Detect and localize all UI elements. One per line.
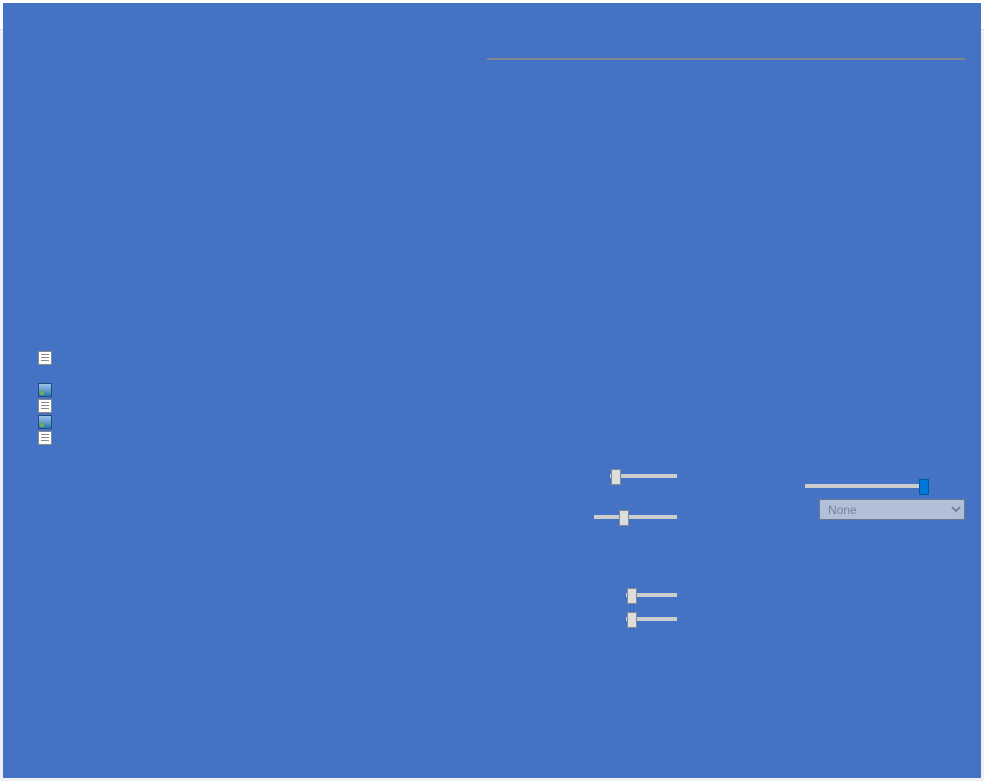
txt-icon bbox=[38, 399, 52, 413]
x-offset-slider bbox=[626, 593, 677, 597]
files-group: Files Back Up Browse... Desktop Location… bbox=[10, 36, 470, 602]
file-row[interactable]: fileserver bbox=[20, 334, 306, 350]
txt-icon bbox=[38, 351, 52, 365]
txt-icon bbox=[38, 431, 52, 445]
compression-select: None bbox=[819, 499, 965, 520]
img-icon bbox=[38, 415, 52, 429]
img-icon bbox=[38, 383, 52, 397]
quality-slider[interactable] bbox=[805, 484, 929, 488]
exe-icon bbox=[38, 335, 52, 349]
preview-brand: SOFTPEDIA bbox=[600, 58, 851, 60]
preview-image: TM SOFTPEDIA www.softpedia.com 20/11/201… bbox=[487, 58, 965, 60]
percent-slider bbox=[610, 474, 677, 478]
file-tree[interactable]: AutorunsEverythingPortableIcoFXPortablei… bbox=[19, 142, 307, 577]
y-offset-slider bbox=[626, 617, 677, 621]
pixel-slider bbox=[594, 515, 677, 519]
